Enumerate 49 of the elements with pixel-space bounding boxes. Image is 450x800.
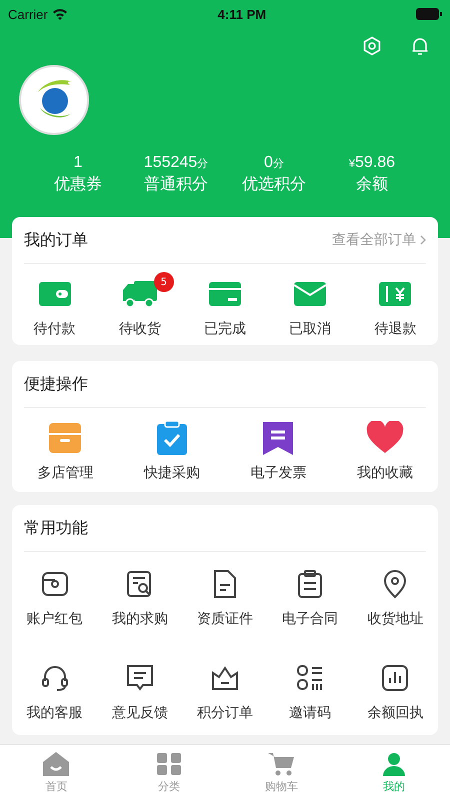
avatar-logo[interactable] bbox=[18, 64, 90, 136]
chart-icon bbox=[380, 663, 410, 693]
section-title: 我的订单 bbox=[24, 230, 88, 250]
order-status-item[interactable]: 已完成 bbox=[182, 264, 268, 338]
stat-value: 155245分 bbox=[144, 154, 208, 172]
cart-icon bbox=[267, 751, 296, 777]
notification-icon[interactable] bbox=[410, 36, 430, 56]
count-badge: 5 bbox=[154, 272, 174, 292]
shortcut-item[interactable]: 多店管理 bbox=[12, 408, 118, 482]
function-item[interactable]: 我的求购 bbox=[97, 554, 182, 628]
card-icon bbox=[208, 281, 242, 307]
function-item[interactable]: 意见反馈 bbox=[97, 648, 182, 722]
heart-icon bbox=[366, 421, 404, 455]
home-icon bbox=[42, 751, 70, 777]
carrier-label: Carrier bbox=[8, 6, 48, 22]
function-item[interactable]: 我的客服 bbox=[12, 648, 98, 722]
function-item[interactable]: 电子合同 bbox=[268, 554, 353, 628]
section-title: 常用功能 bbox=[24, 518, 88, 538]
chevron-icon bbox=[420, 235, 426, 245]
order-status-item[interactable]: 待退款 bbox=[352, 264, 438, 338]
clock: 4:11 PM bbox=[218, 6, 266, 22]
message-icon bbox=[124, 663, 155, 693]
truck-icon bbox=[122, 280, 158, 308]
envelope-icon bbox=[293, 281, 328, 307]
wallet-icon bbox=[38, 281, 72, 307]
box-icon bbox=[47, 421, 84, 455]
function-item[interactable]: 资质证件 bbox=[182, 554, 268, 628]
ticket-icon bbox=[378, 281, 412, 307]
headset-icon bbox=[40, 663, 70, 693]
section-title: 便捷操作 bbox=[24, 374, 88, 394]
stat-value: 1 bbox=[74, 154, 82, 172]
order-status-item[interactable]: 5 待收货 bbox=[97, 264, 182, 338]
stat-value: ¥59.86 bbox=[348, 154, 396, 172]
grid-icon bbox=[154, 751, 183, 777]
settings-icon[interactable] bbox=[362, 36, 382, 56]
function-item[interactable]: 账户红包 bbox=[12, 554, 98, 628]
function-item[interactable]: 收货地址 bbox=[352, 554, 438, 628]
order-status-item[interactable]: 已取消 bbox=[268, 264, 353, 338]
stat-value: 0分 bbox=[264, 154, 284, 172]
order-status-item[interactable]: 待付款 bbox=[12, 264, 98, 338]
shortcut-item[interactable]: 我的收藏 bbox=[332, 408, 438, 482]
function-item[interactable]: 余额回执 bbox=[352, 648, 438, 722]
shortcut-item[interactable]: 快捷采购 bbox=[118, 408, 225, 482]
function-item[interactable]: 积分订单 bbox=[182, 648, 268, 722]
wallet-icon bbox=[40, 569, 70, 599]
wifi-icon bbox=[52, 8, 68, 20]
shortcut-item[interactable]: 电子发票 bbox=[225, 408, 332, 482]
battery-icon bbox=[416, 8, 442, 20]
function-item[interactable]: 邀请码 bbox=[268, 648, 353, 722]
